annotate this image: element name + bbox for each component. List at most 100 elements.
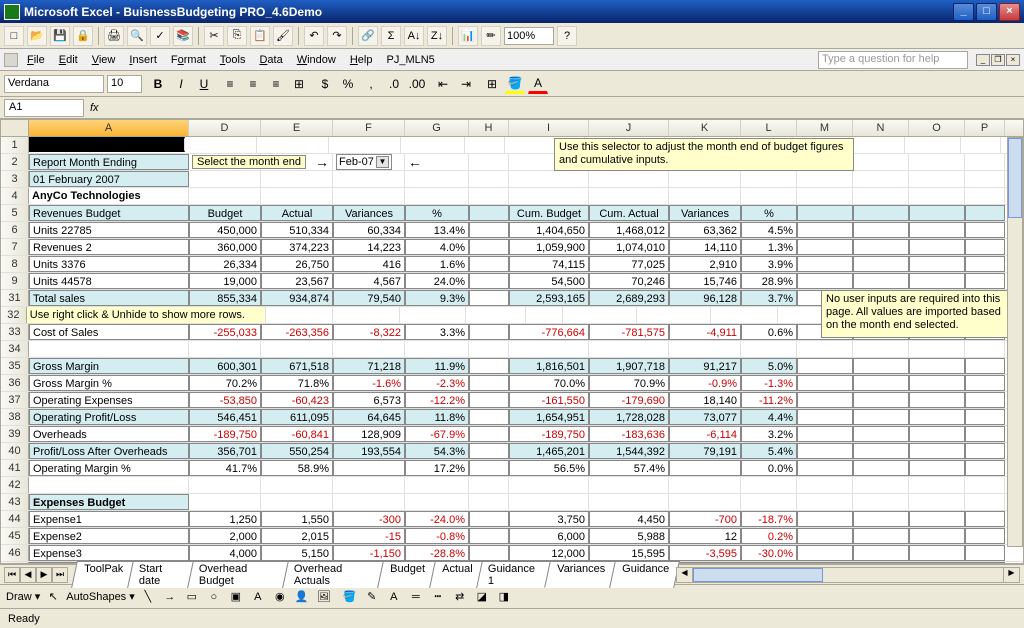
save-icon[interactable]: 💾 <box>50 26 70 46</box>
cell[interactable] <box>189 494 261 510</box>
cell[interactable]: -60,423 <box>261 392 333 408</box>
cell[interactable] <box>589 341 669 357</box>
cell[interactable]: % <box>405 205 469 221</box>
cell[interactable] <box>797 375 853 391</box>
sheet-tab[interactable]: ToolPak <box>71 561 134 588</box>
menu-format[interactable]: Format <box>165 52 212 68</box>
cell[interactable] <box>469 358 509 374</box>
col-header[interactable]: P <box>965 120 1005 136</box>
cell[interactable] <box>797 256 853 272</box>
cell[interactable]: % <box>741 205 797 221</box>
cell[interactable] <box>257 137 329 153</box>
cell[interactable] <box>909 222 965 238</box>
cell[interactable]: Operating Profit/Loss <box>29 409 189 425</box>
cell[interactable] <box>469 426 509 442</box>
cell[interactable]: 12 <box>669 528 741 544</box>
align-center-icon[interactable]: ≡ <box>243 74 263 94</box>
cell[interactable] <box>261 341 333 357</box>
cell[interactable]: 96,128 <box>669 290 741 306</box>
align-right-icon[interactable]: ≡ <box>266 74 286 94</box>
cell[interactable] <box>965 528 1005 544</box>
cell[interactable]: 855,334 <box>189 290 261 306</box>
font-size-combo[interactable]: 10 <box>107 75 142 93</box>
cell[interactable] <box>909 341 965 357</box>
font-name-combo[interactable]: Verdana <box>4 75 104 93</box>
cell[interactable] <box>797 392 853 408</box>
cell[interactable]: Units 3376 <box>29 256 189 272</box>
cell[interactable] <box>853 392 909 408</box>
cell[interactable]: Cost of Sales <box>29 324 189 340</box>
cell[interactable]: -300 <box>333 511 405 527</box>
cell[interactable] <box>909 239 965 255</box>
cell[interactable]: 7.6% <box>741 562 797 564</box>
row-header[interactable]: 38 <box>1 409 29 425</box>
cell[interactable] <box>965 154 1005 170</box>
row-header[interactable]: 33 <box>1 324 29 340</box>
cell[interactable]: 64,645 <box>333 409 405 425</box>
new-icon[interactable]: □ <box>4 26 24 46</box>
cell[interactable] <box>909 205 965 221</box>
cell[interactable]: 0.2% <box>741 528 797 544</box>
align-left-icon[interactable]: ≡ <box>220 74 240 94</box>
cell[interactable]: 1.6% <box>405 256 469 272</box>
cell[interactable]: 54.3% <box>405 443 469 459</box>
cell[interactable]: Gross Margin % <box>29 375 189 391</box>
research-icon[interactable]: 📚 <box>173 26 193 46</box>
cell[interactable] <box>29 477 189 493</box>
cell[interactable]: Operating Margin % <box>29 460 189 476</box>
cell[interactable] <box>509 188 589 204</box>
cell[interactable] <box>965 188 1005 204</box>
cell[interactable] <box>909 358 965 374</box>
menu-window[interactable]: Window <box>291 52 342 68</box>
cell[interactable]: 1,250 <box>189 511 261 527</box>
cell[interactable]: -11.2% <box>741 392 797 408</box>
row-header[interactable]: 35 <box>1 358 29 374</box>
row-header[interactable]: 36 <box>1 375 29 391</box>
cell[interactable] <box>797 358 853 374</box>
cell[interactable] <box>469 511 509 527</box>
cell[interactable] <box>405 188 469 204</box>
cell[interactable] <box>965 239 1005 255</box>
col-header[interactable]: K <box>669 120 741 136</box>
cell[interactable]: 58.9% <box>261 460 333 476</box>
cell[interactable]: 0.6% <box>741 324 797 340</box>
cell[interactable] <box>853 358 909 374</box>
rectangle-icon[interactable]: ▭ <box>183 588 201 606</box>
cell[interactable]: 360,000 <box>189 239 261 255</box>
cell[interactable]: 1,465,201 <box>509 443 589 459</box>
cell[interactable]: 60,334 <box>333 222 405 238</box>
cell[interactable]: 13.4% <box>405 222 469 238</box>
wb-restore[interactable]: ❐ <box>991 54 1005 66</box>
cell[interactable]: 1,816,501 <box>509 358 589 374</box>
comma-icon[interactable]: , <box>361 74 381 94</box>
cell[interactable] <box>853 528 909 544</box>
row-header[interactable]: 8 <box>1 256 29 272</box>
cell[interactable]: 15,595 <box>589 545 669 561</box>
cell[interactable] <box>333 341 405 357</box>
cell[interactable] <box>853 188 909 204</box>
cell[interactable]: 15,746 <box>669 273 741 289</box>
cell[interactable]: 77,025 <box>589 256 669 272</box>
open-icon[interactable]: 📂 <box>27 26 47 46</box>
fill-icon[interactable]: 🪣 <box>341 588 359 606</box>
cell[interactable]: -189,750 <box>189 426 261 442</box>
cell[interactable]: -60,841 <box>261 426 333 442</box>
menu-help[interactable]: Help <box>344 52 379 68</box>
format-painter-icon[interactable]: 🖌 <box>273 26 293 46</box>
cell[interactable] <box>333 494 405 510</box>
currency-icon[interactable]: $ <box>315 74 335 94</box>
cell[interactable] <box>261 188 333 204</box>
row-header[interactable]: 44 <box>1 511 29 527</box>
cell[interactable]: -3,595 <box>669 545 741 561</box>
cell[interactable] <box>853 511 909 527</box>
sum-icon[interactable]: Σ <box>381 26 401 46</box>
tab-first-icon[interactable]: ⏮ <box>4 567 20 583</box>
cell[interactable] <box>909 562 965 564</box>
cell[interactable]: 1,654,951 <box>509 409 589 425</box>
cell[interactable]: Select the month end <box>189 154 261 170</box>
cell[interactable]: -6,114 <box>669 426 741 442</box>
cell[interactable] <box>189 477 261 493</box>
cell[interactable] <box>469 188 509 204</box>
sheet-tab[interactable]: Actual <box>429 561 483 588</box>
spell-icon[interactable]: ✓ <box>150 26 170 46</box>
